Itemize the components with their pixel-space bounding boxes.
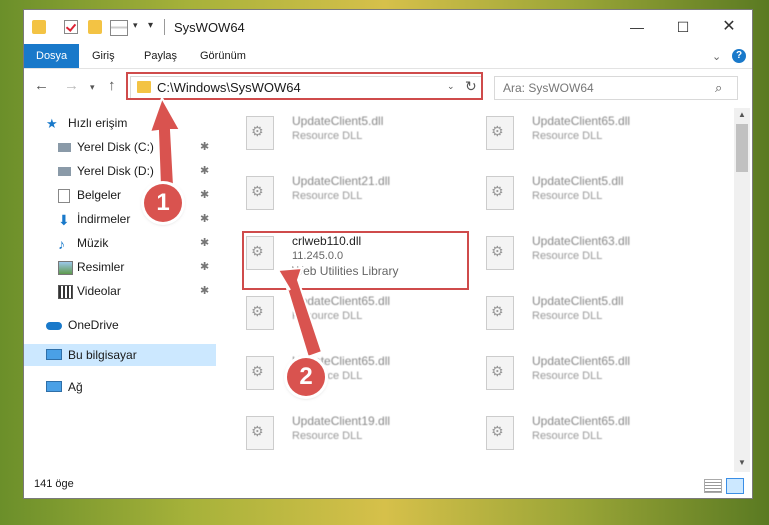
arrow-2 xyxy=(276,266,324,359)
step-1-badge: 1 xyxy=(144,184,182,222)
arrow-1 xyxy=(148,95,182,187)
annotation-arrows xyxy=(148,95,324,359)
step-2-badge: 2 xyxy=(287,358,325,396)
